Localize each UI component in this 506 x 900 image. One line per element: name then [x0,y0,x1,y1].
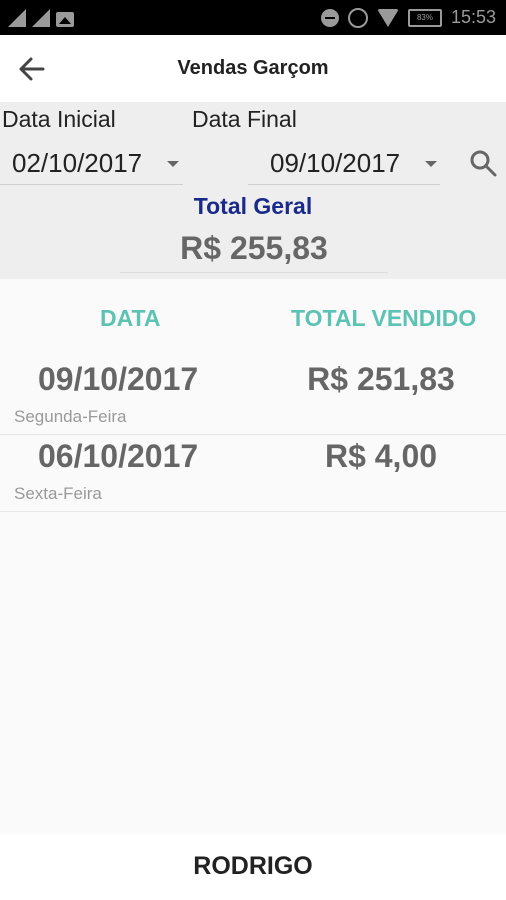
row-total: R$ 251,83 [307,361,455,397]
end-date-value: 09/10/2017 [270,148,401,178]
signal-icon [8,9,26,27]
search-button[interactable] [468,148,498,178]
chevron-down-icon [167,161,179,167]
end-date-select[interactable]: 09/10/2017 [248,146,440,185]
column-header-date: DATA [100,305,161,331]
row-weekday: Sexta-Feira [14,484,102,503]
chevron-down-icon [425,161,437,167]
page-title: Vendas Garçom [177,57,329,79]
start-date-value: 02/10/2017 [12,148,143,178]
do-not-disturb-icon [320,8,339,27]
search-icon [470,150,497,177]
row-date: 09/10/2017 [38,361,199,397]
status-time: 15:53 [450,7,496,27]
alarm-icon [347,7,368,28]
sales-list: DATA TOTAL VENDIDO 09/10/2017 R$ 251,83 … [0,279,506,834]
start-date-label: Data Inicial [2,106,116,132]
footer: RODRIGO [0,834,506,900]
row-date: 06/10/2017 [38,438,199,474]
signal-icon [32,9,50,27]
image-icon [56,12,74,27]
toolbar: Vendas Garçom [0,35,506,102]
row-weekday: Segunda-Feira [14,407,127,426]
total-label: Total Geral [193,193,313,219]
table-row[interactable]: 09/10/2017 R$ 251,83 Segunda-Feira [0,357,506,435]
table-row[interactable]: 06/10/2017 R$ 4,00 Sexta-Feira [0,434,506,512]
waiter-name: RODRIGO [193,852,313,880]
end-date-label: Data Final [192,106,297,132]
status-bar: 83% 15:53 [0,0,506,35]
row-total: R$ 4,00 [324,438,438,474]
total-value: R$ 255,83 [120,230,388,273]
column-header-total: TOTAL VENDIDO [291,305,477,331]
filter-panel: Data Inicial Data Final 02/10/2017 09/10… [0,102,506,279]
wifi-icon [376,8,399,27]
start-date-select[interactable]: 02/10/2017 [0,146,183,185]
battery-icon: 83% [407,8,442,27]
